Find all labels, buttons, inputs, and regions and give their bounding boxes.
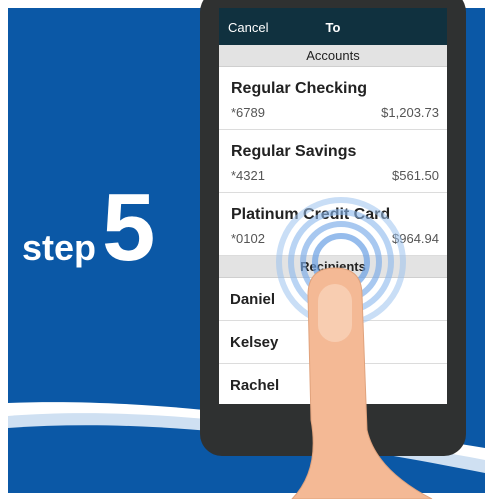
recipient-name: Daniel: [230, 291, 276, 308]
account-name: Regular Savings: [231, 143, 357, 160]
nav-bar: Cancel To: [219, 8, 447, 45]
page-title: To: [325, 20, 341, 35]
recipients-section-header: Recipients: [219, 256, 447, 278]
recipient-name: Rachel: [230, 377, 280, 394]
account-row[interactable]: Platinum Credit Card *0102 $964.94: [219, 193, 447, 256]
step-label: step: [22, 227, 97, 268]
recipient-row[interactable]: Rachel: [219, 364, 447, 404]
recipient-row[interactable]: Daniel: [219, 278, 447, 321]
recipient-name: Kelsey: [230, 334, 279, 351]
account-balance: $1,203.73: [381, 105, 439, 120]
account-name: Platinum Credit Card: [231, 206, 391, 223]
account-balance: $964.94: [392, 231, 439, 246]
account-row[interactable]: Regular Checking *6789 $1,203.73: [219, 67, 447, 130]
account-number: *0102: [231, 231, 265, 246]
step-number: 5: [102, 174, 156, 281]
account-balance: $561.50: [392, 168, 439, 183]
phone-screen: Cancel To Accounts Regular Checking *678…: [219, 8, 447, 404]
account-name: Regular Checking: [231, 80, 368, 97]
recipient-row[interactable]: Kelsey: [219, 321, 447, 364]
step-indicator: step 5: [22, 174, 156, 281]
accounts-section-header: Accounts: [219, 45, 447, 67]
account-number: *4321: [231, 168, 265, 183]
account-row[interactable]: Regular Savings *4321 $561.50: [219, 130, 447, 193]
account-number: *6789: [231, 105, 265, 120]
